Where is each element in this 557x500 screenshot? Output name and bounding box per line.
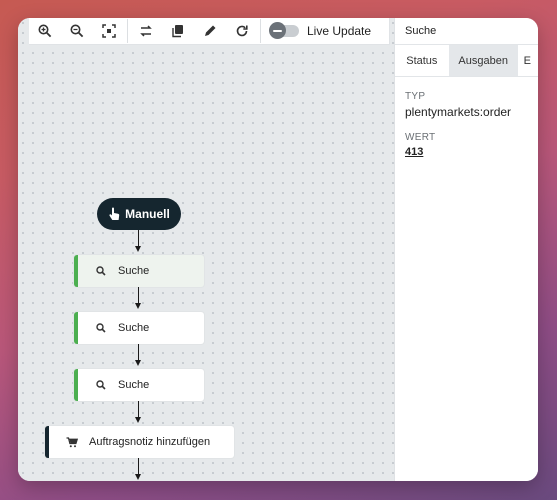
hand-pointer-icon [109,207,120,220]
canvas-toolbar: Live Update [29,18,390,45]
action-node-add-order-note[interactable]: Auftragsnotiz hinzufügen [45,426,234,458]
fit-view-icon [102,24,116,38]
trigger-label: Manuell [125,207,170,221]
cart-icon [64,436,80,448]
panel-title: Suche [395,18,538,45]
value-link[interactable]: 413 [405,146,529,158]
refresh-button[interactable] [226,18,258,44]
node-label: Suche [118,265,150,277]
output-value-section: WERT 413 [395,132,538,158]
fit-view-button[interactable] [93,18,125,44]
node-label: Suche [118,322,150,334]
action-node-search-2[interactable]: Suche [74,312,204,344]
value-label: WERT [405,132,436,143]
swap-layout-button[interactable] [130,18,162,44]
output-type-section: TYP plentymarkets:order [395,91,538,119]
trigger-node-manual[interactable]: Manuell [97,198,181,230]
tab-truncated[interactable]: E [518,45,538,76]
type-value: plentymarkets:order [405,105,512,119]
zoom-in-button[interactable] [29,18,61,44]
pencil-icon [205,25,216,36]
workflow-canvas[interactable]: Live Update Manuell Suche Suche Suche Au… [18,18,394,481]
refresh-icon [236,25,248,37]
copy-button[interactable] [162,18,194,44]
node-label: Suche [118,379,150,391]
search-icon [93,380,109,390]
swap-arrows-icon [140,25,152,37]
node-label: Auftragsnotiz hinzufügen [89,436,211,448]
tab-status[interactable]: Status [395,45,449,76]
search-icon [93,266,109,276]
type-label: TYP [405,91,426,102]
zoom-out-button[interactable] [61,18,93,44]
toggle-knob [269,22,286,39]
action-node-search-1[interactable]: Suche [74,255,204,287]
zoom-in-icon [38,24,52,38]
details-panel: Suche Status Ausgaben E TYP plentymarket… [394,18,538,481]
tab-ausgaben[interactable]: Ausgaben [448,45,518,76]
app-window: Live Update Manuell Suche Suche Suche Au… [18,18,538,481]
search-icon [93,323,109,333]
zoom-out-icon [70,24,84,38]
action-node-search-3[interactable]: Suche [74,369,204,401]
connector-arrow [135,360,141,366]
copy-icon [172,25,183,38]
connector-arrow [135,417,141,423]
edit-button[interactable] [194,18,226,44]
connector-arrow [135,246,141,252]
connector-arrow [135,474,141,480]
panel-tabs: Status Ausgaben E [395,45,538,77]
toolbar-divider [260,19,261,43]
live-update-toggle[interactable] [269,22,299,39]
toolbar-divider [127,19,128,43]
live-update-label: Live Update [307,24,372,38]
connector-arrow [135,303,141,309]
